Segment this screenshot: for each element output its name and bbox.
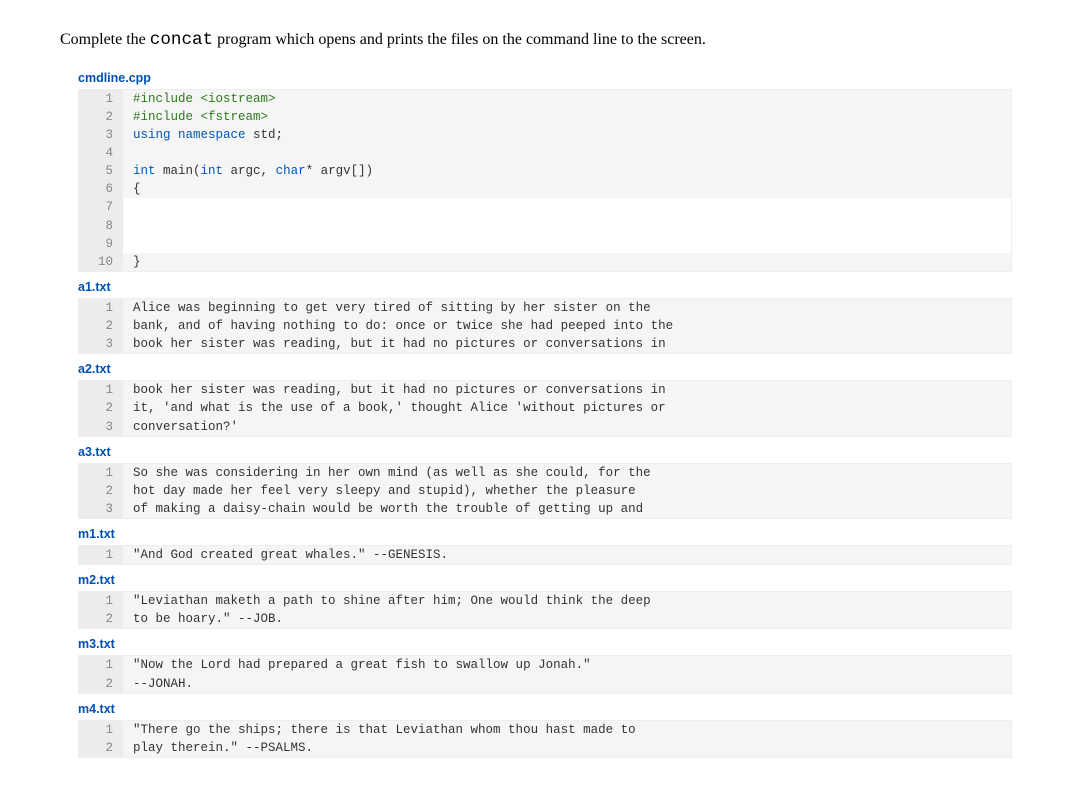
line-content[interactable] <box>123 198 1011 216</box>
code-line: 1#include <iostream> <box>79 90 1011 108</box>
line-content: hot day made her feel very sleepy and st… <box>123 482 636 500</box>
code-line: 1So she was considering in her own mind … <box>79 464 1011 482</box>
line-content: int main(int argc, char* argv[]) <box>123 162 373 180</box>
line-content: #include <fstream> <box>123 108 268 126</box>
instruction-code: concat <box>150 30 213 50</box>
filename-label: m1.txt <box>78 527 1012 541</box>
line-number: 2 <box>79 482 123 500</box>
line-number: 3 <box>79 418 123 436</box>
line-content[interactable] <box>123 235 1011 253</box>
line-content: bank, and of having nothing to do: once … <box>123 317 673 335</box>
code-line[interactable]: 9 <box>79 235 1011 253</box>
code-line: 2bank, and of having nothing to do: once… <box>79 317 1011 335</box>
line-number: 3 <box>79 335 123 353</box>
line-content: So she was considering in her own mind (… <box>123 464 651 482</box>
line-content: conversation?' <box>123 418 238 436</box>
code-line[interactable]: 7 <box>79 198 1011 216</box>
instruction-post: program which opens and prints the files… <box>213 31 706 48</box>
code-block: 1"And God created great whales." --GENES… <box>78 545 1012 565</box>
line-content: play therein." --PSALMS. <box>123 739 313 757</box>
line-number: 3 <box>79 500 123 518</box>
code-block: 1#include <iostream>2#include <fstream>3… <box>78 89 1012 272</box>
line-content: "There go the ships; there is that Levia… <box>123 721 636 739</box>
code-line: 3using namespace std; <box>79 126 1011 144</box>
line-number: 1 <box>79 381 123 399</box>
code-block: 1Alice was beginning to get very tired o… <box>78 298 1012 354</box>
line-number: 9 <box>79 235 123 253</box>
code-line: 10} <box>79 253 1011 271</box>
line-content: it, 'and what is the use of a book,' tho… <box>123 399 666 417</box>
code-line[interactable]: 8 <box>79 217 1011 235</box>
line-number: 2 <box>79 399 123 417</box>
code-line: 2play therein." --PSALMS. <box>79 739 1011 757</box>
code-line: 2#include <fstream> <box>79 108 1011 126</box>
line-content: "And God created great whales." --GENESI… <box>123 546 448 564</box>
line-content: } <box>123 253 141 271</box>
line-number: 2 <box>79 317 123 335</box>
line-content: "Leviathan maketh a path to shine after … <box>123 592 651 610</box>
code-block: 1"Now the Lord had prepared a great fish… <box>78 655 1012 693</box>
line-number: 1 <box>79 592 123 610</box>
line-content: Alice was beginning to get very tired of… <box>123 299 651 317</box>
line-number: 2 <box>79 108 123 126</box>
code-line: 2it, 'and what is the use of a book,' th… <box>79 399 1011 417</box>
code-block: 1So she was considering in her own mind … <box>78 463 1012 519</box>
line-number: 7 <box>79 198 123 216</box>
code-line: 1"Now the Lord had prepared a great fish… <box>79 656 1011 674</box>
line-number: 1 <box>79 656 123 674</box>
filename-label: cmdline.cpp <box>78 71 1012 85</box>
code-line: 2hot day made her feel very sleepy and s… <box>79 482 1011 500</box>
line-content: book her sister was reading, but it had … <box>123 335 666 353</box>
line-content: --JONAH. <box>123 675 193 693</box>
line-number: 1 <box>79 546 123 564</box>
line-number: 2 <box>79 675 123 693</box>
filename-label: a1.txt <box>78 280 1012 294</box>
filename-label: m3.txt <box>78 637 1012 651</box>
code-line: 1"Leviathan maketh a path to shine after… <box>79 592 1011 610</box>
line-number: 2 <box>79 739 123 757</box>
code-line: 2to be hoary." --JOB. <box>79 610 1011 628</box>
line-number: 4 <box>79 144 123 162</box>
line-number: 3 <box>79 126 123 144</box>
line-number: 8 <box>79 217 123 235</box>
line-content: using namespace std; <box>123 126 283 144</box>
line-content: "Now the Lord had prepared a great fish … <box>123 656 591 674</box>
line-number: 10 <box>79 253 123 271</box>
line-number: 1 <box>79 90 123 108</box>
filename-label: m4.txt <box>78 702 1012 716</box>
filename-label: a2.txt <box>78 362 1012 376</box>
code-line: 1Alice was beginning to get very tired o… <box>79 299 1011 317</box>
line-content: #include <iostream> <box>123 90 276 108</box>
code-line: 5int main(int argc, char* argv[]) <box>79 162 1011 180</box>
code-line: 2--JONAH. <box>79 675 1011 693</box>
code-line: 1"There go the ships; there is that Levi… <box>79 721 1011 739</box>
code-line: 6{ <box>79 180 1011 198</box>
code-block: 1"There go the ships; there is that Levi… <box>78 720 1012 758</box>
line-number: 2 <box>79 610 123 628</box>
code-line: 1book her sister was reading, but it had… <box>79 381 1011 399</box>
line-number: 1 <box>79 299 123 317</box>
code-line: 3of making a daisy-chain would be worth … <box>79 500 1011 518</box>
code-line: 3book her sister was reading, but it had… <box>79 335 1011 353</box>
line-number: 1 <box>79 721 123 739</box>
filename-label: m2.txt <box>78 573 1012 587</box>
line-content: book her sister was reading, but it had … <box>123 381 666 399</box>
line-content[interactable] <box>123 217 1011 235</box>
line-content: of making a daisy-chain would be worth t… <box>123 500 643 518</box>
code-line: 3conversation?' <box>79 418 1011 436</box>
code-block: 1book her sister was reading, but it had… <box>78 380 1012 436</box>
line-content: to be hoary." --JOB. <box>123 610 283 628</box>
line-content <box>123 144 133 162</box>
filename-label: a3.txt <box>78 445 1012 459</box>
line-number: 6 <box>79 180 123 198</box>
line-number: 5 <box>79 162 123 180</box>
instruction-text: Complete the concat program which opens … <box>60 28 1012 53</box>
code-line: 4 <box>79 144 1011 162</box>
code-line: 1"And God created great whales." --GENES… <box>79 546 1011 564</box>
code-block: 1"Leviathan maketh a path to shine after… <box>78 591 1012 629</box>
line-content: { <box>123 180 141 198</box>
line-number: 1 <box>79 464 123 482</box>
instruction-pre: Complete the <box>60 31 150 48</box>
